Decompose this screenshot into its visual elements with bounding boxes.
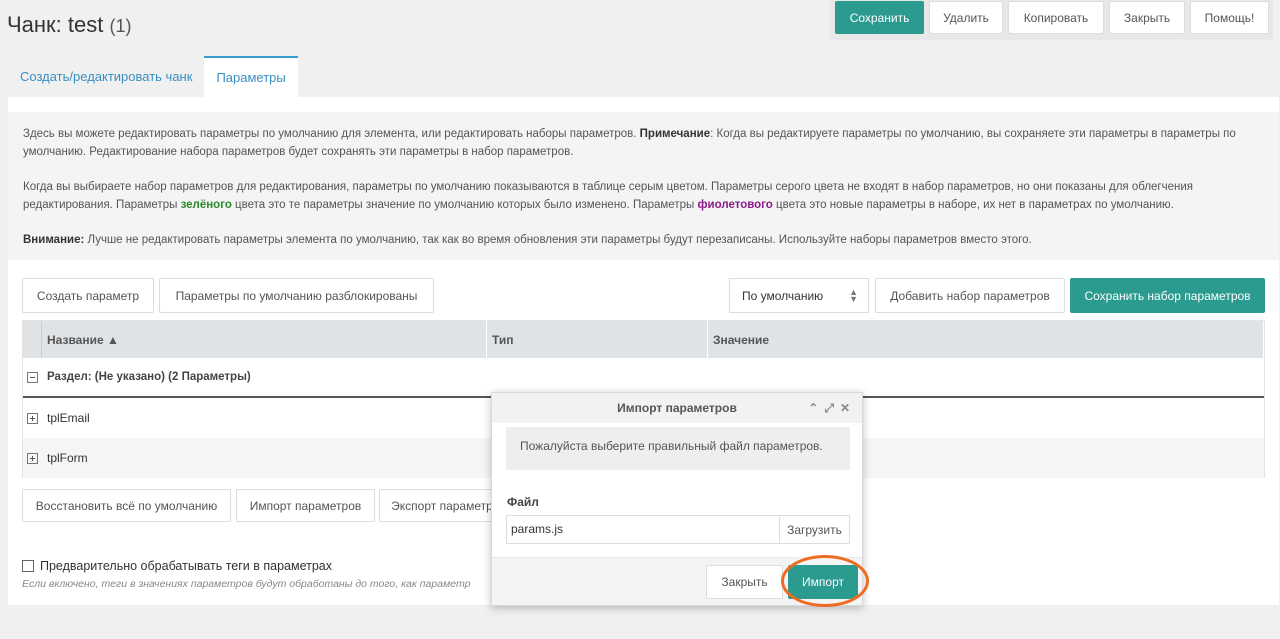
page-title-text: Чанк: test [7, 12, 104, 37]
add-property-set-button[interactable]: Добавить набор параметров [875, 278, 1065, 313]
preprocess-tags-option[interactable]: Предварительно обрабатывать теги в парам… [22, 559, 332, 573]
save-button[interactable]: Сохранить [835, 1, 924, 34]
description-warning: Внимание: Лучше не редактировать парамет… [23, 234, 1032, 246]
help-button[interactable]: Помощь! [1190, 1, 1269, 34]
upload-button[interactable]: Загрузить [779, 516, 849, 543]
defaults-unlocked-button[interactable]: Параметры по умолчанию разблокированы [159, 278, 434, 313]
dialog-title: Импорт параметров [617, 401, 737, 415]
file-label: Файл [507, 495, 539, 509]
file-field[interactable]: params.js Загрузить [506, 515, 850, 544]
dialog-tools: ⌃ ⤢ ✕ [808, 401, 850, 416]
description-paragraph-1: Здесь вы можете редактировать параметры … [23, 128, 1236, 158]
preprocess-tags-checkbox[interactable] [22, 560, 34, 572]
collapse-icon[interactable] [27, 371, 38, 383]
preprocess-tags-hint: Если включено, теги в значениях параметр… [22, 578, 471, 590]
dialog-close-button[interactable]: Закрыть [706, 565, 783, 599]
copy-button[interactable]: Копировать [1008, 1, 1104, 34]
property-set-select-value: По умолчанию [742, 288, 824, 303]
preprocess-tags-label: Предварительно обрабатывать теги в парам… [40, 559, 333, 573]
element-count: (1) [109, 16, 132, 36]
page-title: Чанк: test (1) [7, 12, 131, 38]
row-name: tplForm [47, 451, 88, 465]
create-parameter-button[interactable]: Создать параметр [22, 278, 154, 313]
tab-parameters[interactable]: Параметры [204, 56, 298, 97]
group-label: Раздел: (Не указано) (2 Параметры) [47, 371, 251, 383]
expand-icon[interactable] [27, 412, 38, 424]
restore-defaults-button[interactable]: Восстановить всё по умолчанию [22, 489, 231, 522]
top-actions: Сохранить Удалить Копировать Закрыть Пом… [829, 0, 1273, 40]
column-value[interactable]: Значение [708, 321, 1264, 358]
tabs: Создать/редактировать чанк Параметры [8, 56, 298, 97]
delete-button[interactable]: Удалить [929, 1, 1003, 34]
parameters-toolbar: Создать параметр Параметры по умолчанию … [22, 278, 1265, 313]
import-highlight-circle [781, 555, 869, 607]
close-button[interactable]: Закрыть [1109, 1, 1185, 34]
expand-icon[interactable] [27, 452, 38, 464]
grid-gutter [23, 321, 42, 358]
dialog-header: Импорт параметров ⌃ ⤢ ✕ [492, 393, 862, 423]
description-paragraph-2: Когда вы выбираете набор параметров для … [23, 181, 1194, 211]
select-arrows-icon: ▲ ▼ [849, 287, 858, 304]
save-property-set-button[interactable]: Сохранить набор параметров [1070, 278, 1265, 313]
grid-header: Название ▲ Тип Значение [23, 321, 1264, 358]
row-name: tplEmail [47, 411, 90, 425]
dialog-message: Пожалуйста выберите правильный файл пара… [506, 427, 850, 470]
column-name[interactable]: Название ▲ [42, 321, 487, 358]
import-parameters-button[interactable]: Импорт параметров [236, 489, 375, 522]
description-box: Здесь вы можете редактировать параметры … [8, 112, 1279, 260]
column-type[interactable]: Тип [487, 321, 708, 358]
tab-edit-chunk[interactable]: Создать/редактировать чанк [8, 56, 204, 97]
collapse-dialog-icon[interactable]: ⌃ [808, 401, 818, 416]
property-set-select[interactable]: По умолчанию ▲ ▼ [729, 278, 869, 313]
file-name[interactable]: params.js [507, 516, 779, 543]
maximize-dialog-icon[interactable]: ⤢ [824, 401, 834, 416]
close-dialog-icon[interactable]: ✕ [840, 401, 850, 416]
